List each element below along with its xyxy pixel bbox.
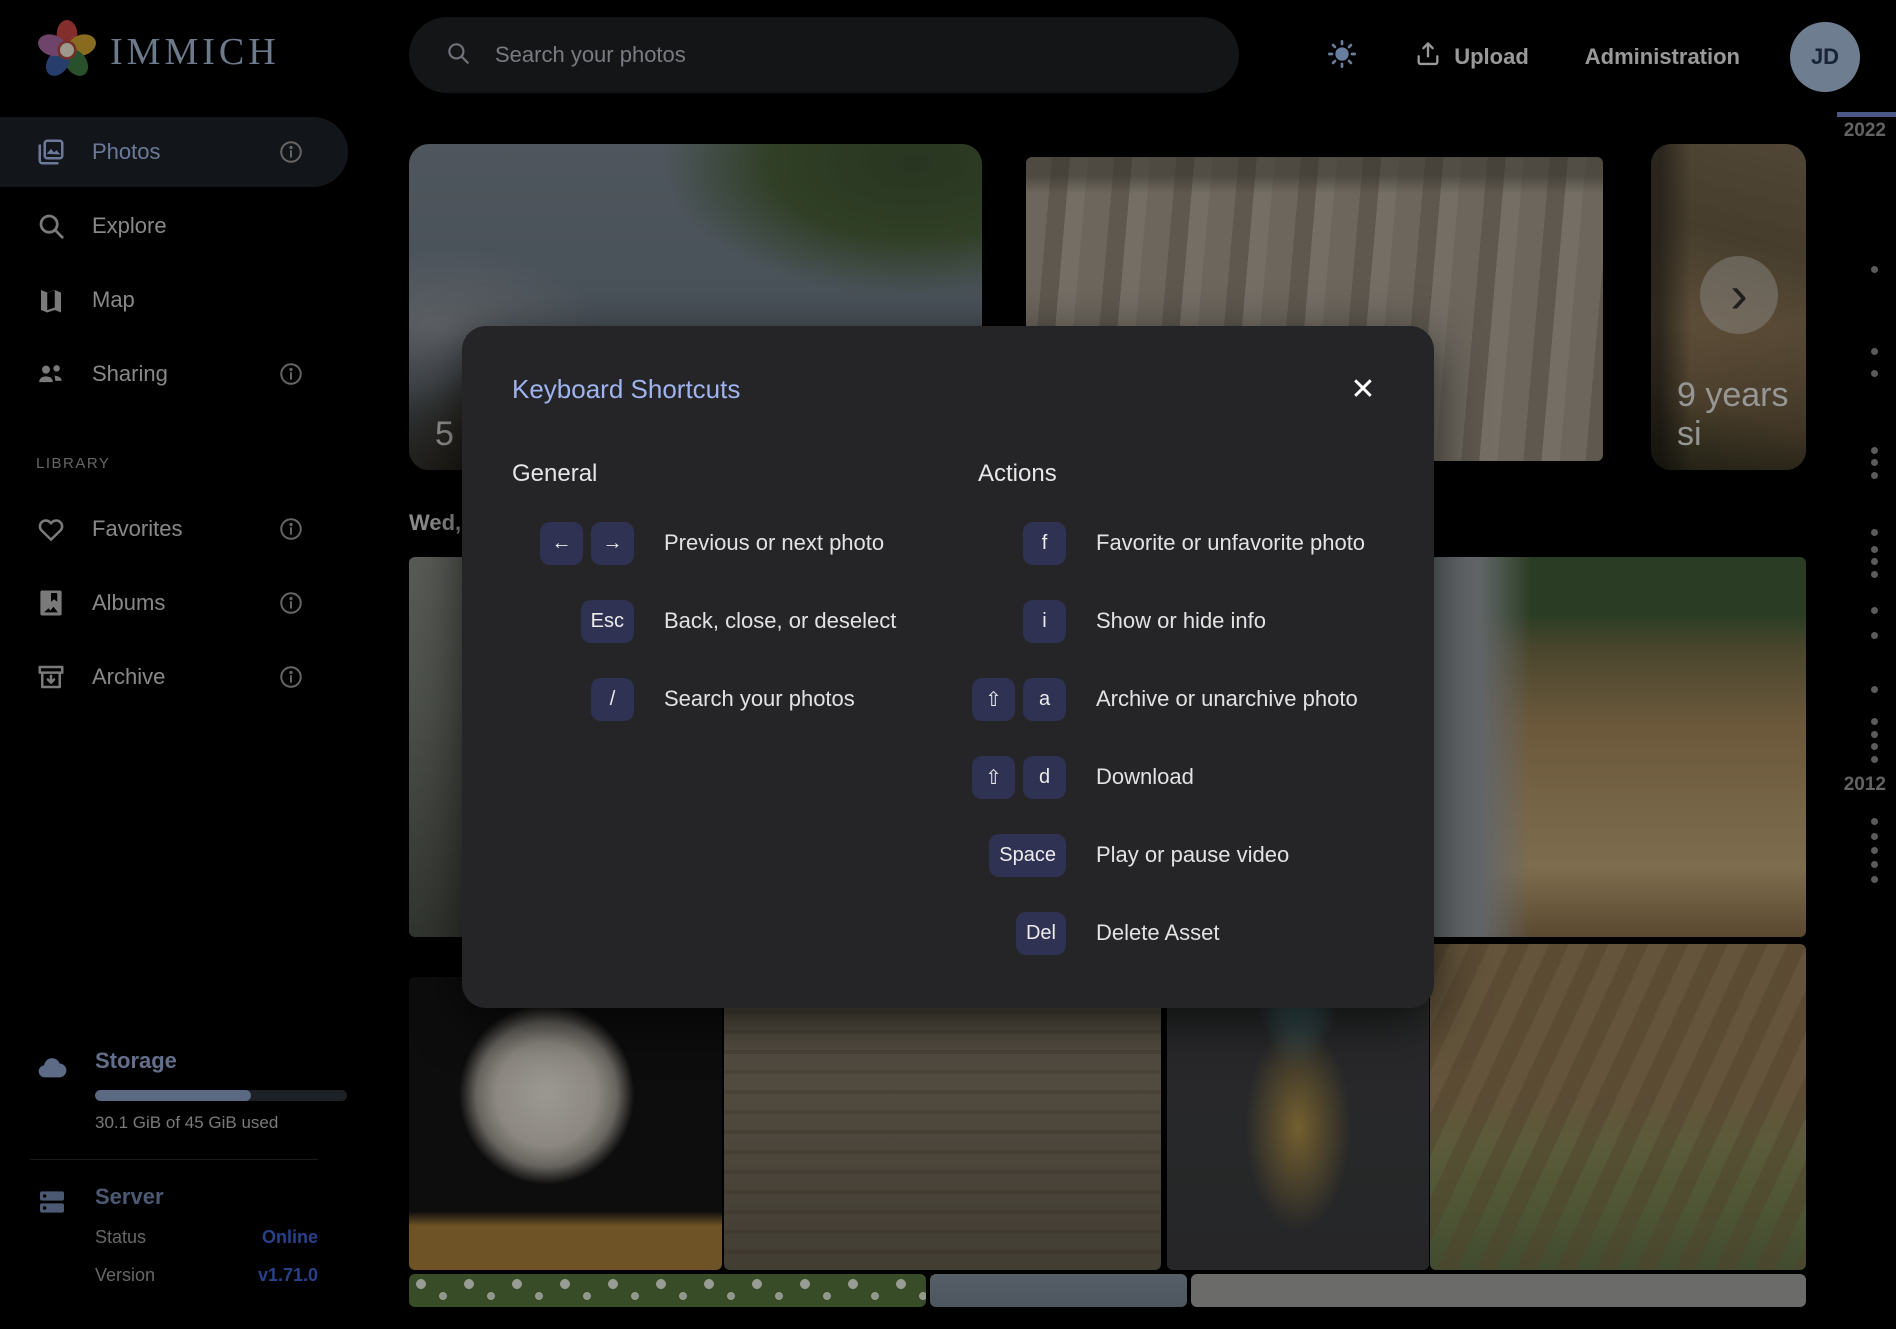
- key-cap: ←: [540, 522, 583, 565]
- shortcut-description: Back, close, or deselect: [664, 608, 896, 634]
- shortcut-column-heading: Actions: [978, 460, 1418, 488]
- shortcut-row: / Search your photos: [512, 660, 942, 738]
- shortcut-row: Esc Back, close, or deselect: [512, 582, 942, 660]
- shortcut-row: f Favorite or unfavorite photo: [978, 504, 1418, 582]
- shortcut-column-heading: General: [512, 460, 942, 488]
- shortcut-row: Del Delete Asset: [978, 894, 1418, 972]
- shortcut-description: Show or hide info: [1096, 608, 1266, 634]
- key-cap: /: [591, 678, 634, 721]
- keyboard-shortcuts-modal: Keyboard Shortcuts ✕ General ←→ Previous o…: [462, 326, 1434, 1008]
- key-cap: →: [591, 522, 634, 565]
- shortcut-description: Previous or next photo: [664, 530, 884, 556]
- key-cap: Space: [989, 834, 1066, 877]
- key-cap: d: [1023, 756, 1066, 799]
- shortcut-row: ←→ Previous or next photo: [512, 504, 942, 582]
- shortcut-row: ⇧aArchive or unarchive photo: [978, 660, 1418, 738]
- shortcut-row: ⇧dDownload: [978, 738, 1418, 816]
- shortcut-description: Delete Asset: [1096, 920, 1220, 946]
- key-cap: Del: [1016, 912, 1066, 955]
- key-cap: ⇧: [972, 678, 1015, 721]
- key-cap: ⇧: [972, 756, 1015, 799]
- key-cap: i: [1023, 600, 1066, 643]
- shortcut-description: Archive or unarchive photo: [1096, 686, 1358, 712]
- shortcut-description: Play or pause video: [1096, 842, 1289, 868]
- shortcut-description: Download: [1096, 764, 1194, 790]
- immich-app: IMMICH: [0, 0, 1896, 1329]
- shortcut-column-actions: Actions f Favorite or unfavorite photo i Sho…: [978, 460, 1418, 972]
- shortcut-row: Space Play or pause video: [978, 816, 1418, 894]
- key-cap: a: [1023, 678, 1066, 721]
- key-cap: Esc: [581, 600, 634, 643]
- shortcut-description: Favorite or unfavorite photo: [1096, 530, 1365, 556]
- shortcut-description: Search your photos: [664, 686, 855, 712]
- modal-title: Keyboard Shortcuts: [512, 374, 740, 405]
- shortcut-column-general: General ←→ Previous or next photo Esc Back, …: [512, 460, 942, 738]
- close-icon[interactable]: ✕: [1336, 362, 1390, 416]
- key-cap: f: [1023, 522, 1066, 565]
- shortcut-row: i Show or hide info: [978, 582, 1418, 660]
